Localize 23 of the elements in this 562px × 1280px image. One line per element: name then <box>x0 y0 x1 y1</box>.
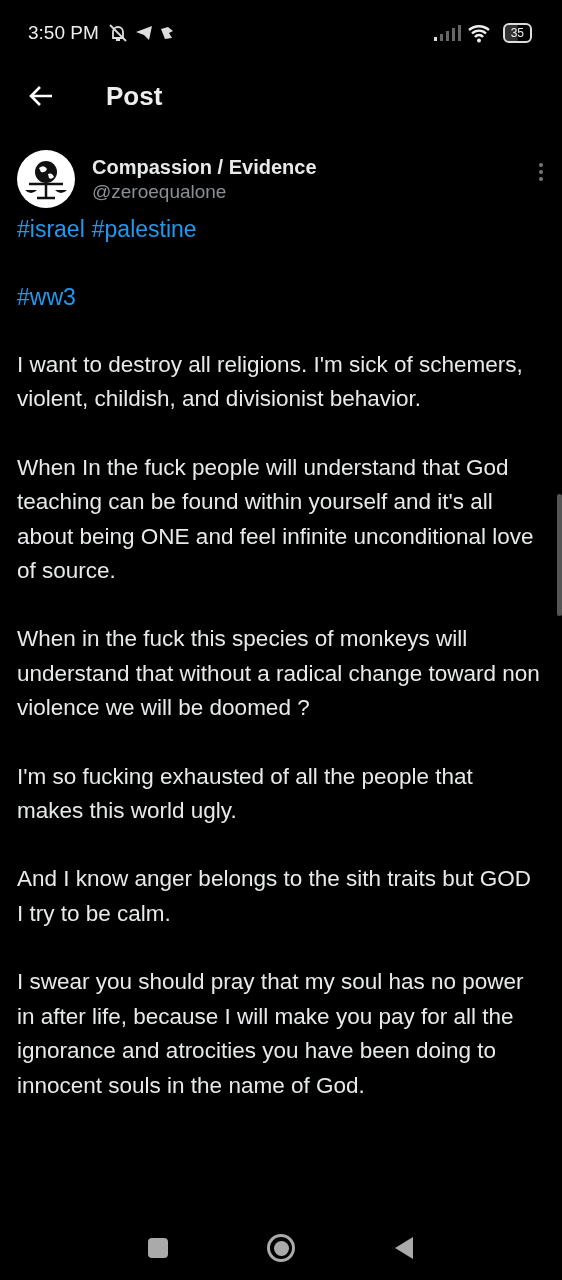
header-title: Post <box>106 80 163 112</box>
recents-button[interactable] <box>148 1238 168 1258</box>
avatar-icon[interactable] <box>17 150 75 208</box>
author-handle[interactable]: @zeroequalone <box>92 180 538 203</box>
back-nav-button[interactable] <box>394 1236 414 1260</box>
muted-bell-icon <box>106 23 129 43</box>
paper-plane-icon <box>134 25 153 41</box>
home-button[interactable] <box>267 1234 295 1262</box>
post-paragraph: I swear you should pray that my soul has no power in after life, because I will make you pay for all the ignorance and atrocities you have been doing to innocent souls in the name of God. <box>17 968 525 1100</box>
post-paragraph: I want to destroy all religions. I'm sick of schemers, violent, childish, and divisionist behavior. <box>17 351 524 414</box>
battery-indicator: 35 <box>502 23 532 43</box>
post-paragraph: When in the fuck this species of monkeys will understand that without a radical change toward non violence we will be doomed ? <box>17 625 540 723</box>
author-name[interactable]: Compassion / Evidence <box>92 155 538 179</box>
post-paragraph: When In the fuck people will understand that God teaching can be found within yourself and it's all about being ONE and feel infinite unconditional love of source. <box>17 453 535 586</box>
hashtag-link[interactable]: #palestine <box>91 212 197 246</box>
signal-icon <box>432 25 461 41</box>
status-time: 3:50 PM <box>28 22 99 44</box>
hashtag-link[interactable]: #ww3 <box>17 280 76 314</box>
post-paragraph: I'm so fucking exhausted of all the people that makes this world ugly. <box>17 762 474 826</box>
app-notification-icon <box>158 25 175 41</box>
post-paragraph: And I know anger belongs to the sith traits but GOD I try to be calm. <box>17 865 533 928</box>
more-options-icon[interactable] <box>538 162 544 182</box>
hashtag-link[interactable]: #israel <box>17 212 85 246</box>
